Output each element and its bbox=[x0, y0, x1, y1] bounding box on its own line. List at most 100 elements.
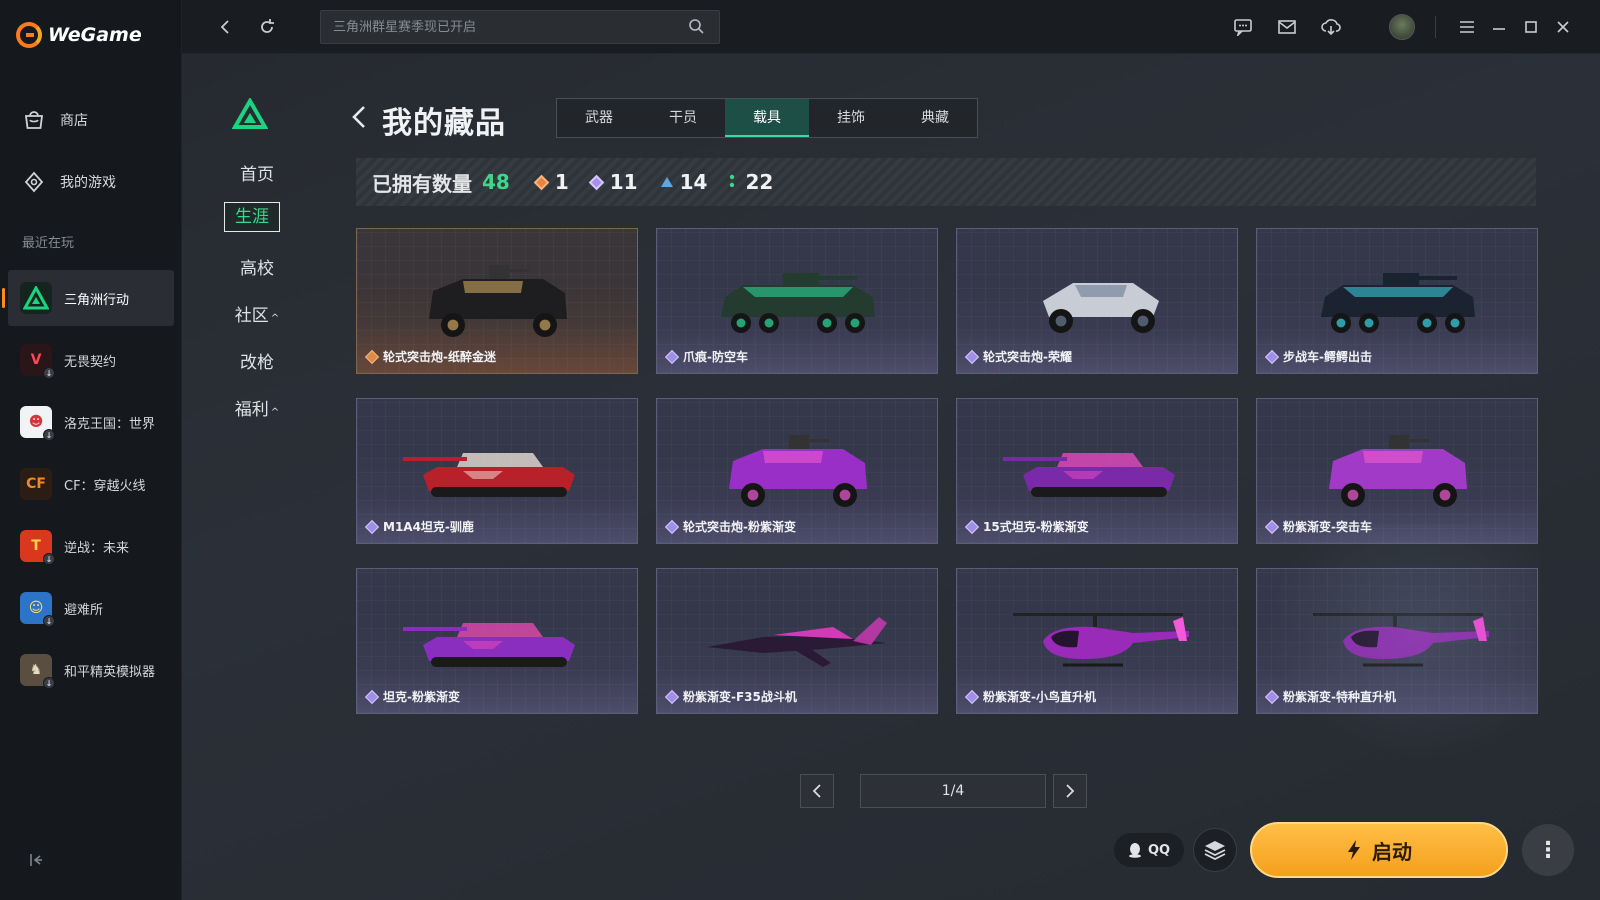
rarity-count-green: 22 bbox=[729, 170, 773, 194]
gamepad-icon bbox=[22, 170, 46, 194]
collapse-sidebar-icon[interactable] bbox=[28, 852, 46, 870]
vehicle-card[interactable]: 坦克-粉紫渐变 bbox=[356, 568, 638, 714]
launch-label: 启动 bbox=[1372, 839, 1412, 864]
chevron-up-icon: ^ bbox=[270, 407, 280, 418]
game-nav-rewards[interactable]: 福利 ^ bbox=[222, 395, 292, 420]
vehicle-image bbox=[403, 453, 575, 497]
tab-collection[interactable]: 典藏 bbox=[893, 99, 977, 137]
game-nav-label: 社区 bbox=[234, 306, 269, 326]
nizhan-icon: T ↓ bbox=[20, 530, 55, 565]
prev-page-button[interactable] bbox=[800, 774, 834, 808]
vehicle-name: 粉紫渐变-F35战斗机 bbox=[683, 690, 797, 704]
owned-stats-bar: 已拥有数量 48 1 11 14 22 bbox=[356, 158, 1536, 206]
wegame-logo[interactable]: WeGame bbox=[16, 22, 142, 48]
game-item-label: CF：穿越火线 bbox=[64, 478, 146, 494]
game-item-crossfire[interactable]: CF CF：穿越火线 bbox=[8, 456, 174, 512]
vehicle-card[interactable]: 步战车-鳄鳄出击 bbox=[1256, 228, 1538, 374]
game-nav-career[interactable]: 生涯 bbox=[224, 202, 280, 232]
more-options-button[interactable]: ⋮ bbox=[1522, 824, 1574, 876]
page-title: 我的藏品 bbox=[382, 106, 506, 141]
minimize-icon[interactable] bbox=[1486, 14, 1512, 40]
game-item-shelter[interactable]: ☺ ↓ 避难所 bbox=[8, 580, 174, 636]
vehicle-name-row: 爪痕-防空车 bbox=[664, 348, 748, 365]
rarity-count-blue: 14 bbox=[660, 170, 707, 194]
page-header: 我的藏品 bbox=[350, 98, 506, 142]
game-nav-home[interactable]: 首页 bbox=[222, 160, 292, 185]
tab-vehicles[interactable]: 载具 bbox=[725, 99, 809, 137]
next-page-button[interactable] bbox=[1053, 774, 1087, 808]
mail-icon[interactable] bbox=[1274, 14, 1300, 40]
rarity-diamond-orange-icon bbox=[533, 174, 550, 190]
layers-icon bbox=[1204, 841, 1226, 861]
vehicle-image bbox=[403, 623, 575, 667]
sidebar-item-label: 商店 bbox=[60, 113, 88, 129]
game-nav-label: 改枪 bbox=[240, 353, 274, 373]
vehicle-name: 轮式突击炮-粉紫渐变 bbox=[683, 520, 796, 534]
rarity-count-orange: 1 bbox=[533, 170, 569, 194]
download-badge-icon: ↓ bbox=[43, 367, 55, 379]
valorant-icon: V ↓ bbox=[20, 344, 55, 379]
search-icon[interactable] bbox=[688, 18, 706, 36]
vehicle-name-row: 粉紫渐变-突击车 bbox=[1264, 518, 1372, 535]
launch-game-button[interactable]: 启动 bbox=[1250, 822, 1508, 878]
vehicle-name-row: 坦克-粉紫渐变 bbox=[364, 688, 460, 705]
qq-account-button[interactable]: QQ bbox=[1114, 833, 1184, 867]
download-badge-icon: ↓ bbox=[43, 677, 55, 689]
search-input[interactable] bbox=[320, 10, 720, 44]
vehicle-card[interactable]: 粉紫渐变-F35战斗机 bbox=[656, 568, 938, 714]
store-bag-icon bbox=[22, 108, 46, 132]
vehicle-name-row: M1A4坦克-驯鹿 bbox=[364, 518, 474, 535]
back-arrow-icon[interactable] bbox=[350, 103, 372, 138]
recent-played-label: 最近在玩 bbox=[22, 236, 75, 251]
vehicle-card[interactable]: 15式坦克-粉紫渐变 bbox=[956, 398, 1238, 544]
app-name: WeGame bbox=[48, 24, 142, 46]
game-item-valorant[interactable]: V ↓ 无畏契约 bbox=[8, 332, 174, 388]
main-content: 首页 生涯 高校 社区 ^ 改枪 福利 ^ 我的藏品 武器 干员 载具 挂饰 典藏 … bbox=[182, 54, 1600, 900]
game-layers-button[interactable] bbox=[1193, 828, 1237, 872]
game-nav-community[interactable]: 社区 ^ bbox=[222, 301, 292, 326]
vehicle-card[interactable]: M1A4坦克-驯鹿 bbox=[356, 398, 638, 544]
vehicle-card[interactable]: 轮式突击炮-粉紫渐变 bbox=[656, 398, 938, 544]
sidebar-item-my-games[interactable]: 我的游戏 bbox=[22, 170, 116, 194]
download-badge-icon: ↓ bbox=[43, 615, 55, 627]
vehicle-card[interactable]: 轮式突击炮-荣耀 bbox=[956, 228, 1238, 374]
vehicle-image bbox=[1329, 435, 1467, 507]
chat-icon[interactable] bbox=[1230, 14, 1256, 40]
vehicle-card[interactable]: 粉紫渐变-特种直升机 bbox=[1256, 568, 1538, 714]
sidebar-item-store[interactable]: 商店 bbox=[22, 108, 88, 132]
refresh-icon[interactable] bbox=[254, 14, 280, 40]
close-icon[interactable] bbox=[1550, 14, 1576, 40]
tab-charms[interactable]: 挂饰 bbox=[809, 99, 893, 137]
vehicle-image bbox=[1003, 453, 1175, 497]
game-item-peace-elite-sim[interactable]: ♞ ↓ 和平精英模拟器 bbox=[8, 642, 174, 698]
vehicle-card[interactable]: 粉紫渐变-突击车 bbox=[1256, 398, 1538, 544]
game-item-roco-kingdom[interactable]: ☻ ↓ 洛克王国：世界 bbox=[8, 394, 174, 450]
maximize-icon[interactable] bbox=[1518, 14, 1544, 40]
game-nav-campus[interactable]: 高校 bbox=[222, 254, 292, 279]
download-manager-icon[interactable] bbox=[1318, 14, 1344, 40]
download-badge-icon: ↓ bbox=[43, 553, 55, 565]
tab-operators[interactable]: 干员 bbox=[641, 99, 725, 137]
topbar-divider bbox=[1435, 16, 1436, 38]
vehicle-image bbox=[1321, 273, 1475, 333]
rarity-diamond-icon bbox=[664, 689, 680, 704]
collection-tabs: 武器 干员 载具 挂饰 典藏 bbox=[556, 98, 978, 138]
game-item-delta-force[interactable]: 三角洲行动 bbox=[2, 270, 174, 326]
back-icon[interactable] bbox=[212, 14, 238, 40]
qq-label: QQ bbox=[1147, 842, 1171, 858]
rarity-diamond-icon bbox=[364, 689, 380, 704]
rarity-diamond-icon bbox=[1264, 349, 1280, 364]
lightning-icon bbox=[1348, 840, 1360, 860]
download-badge-icon: ↓ bbox=[43, 429, 55, 441]
vehicle-card[interactable]: 粉紫渐变-小鸟直升机 bbox=[956, 568, 1238, 714]
game-item-nizhan[interactable]: T ↓ 逆战：未来 bbox=[8, 518, 174, 574]
vehicle-name: 坦克-粉紫渐变 bbox=[383, 690, 460, 704]
menu-icon[interactable] bbox=[1454, 14, 1480, 40]
tab-weapons[interactable]: 武器 bbox=[557, 99, 641, 137]
vehicle-card[interactable]: 爪痕-防空车 bbox=[656, 228, 938, 374]
game-nav-gunsmith[interactable]: 改枪 bbox=[222, 348, 292, 373]
vehicle-card[interactable]: 轮式突击炮-纸醉金迷 bbox=[356, 228, 638, 374]
vehicle-name: M1A4坦克-驯鹿 bbox=[383, 520, 474, 534]
user-avatar[interactable] bbox=[1389, 14, 1415, 40]
vehicle-name: 轮式突击炮-纸醉金迷 bbox=[383, 350, 496, 364]
